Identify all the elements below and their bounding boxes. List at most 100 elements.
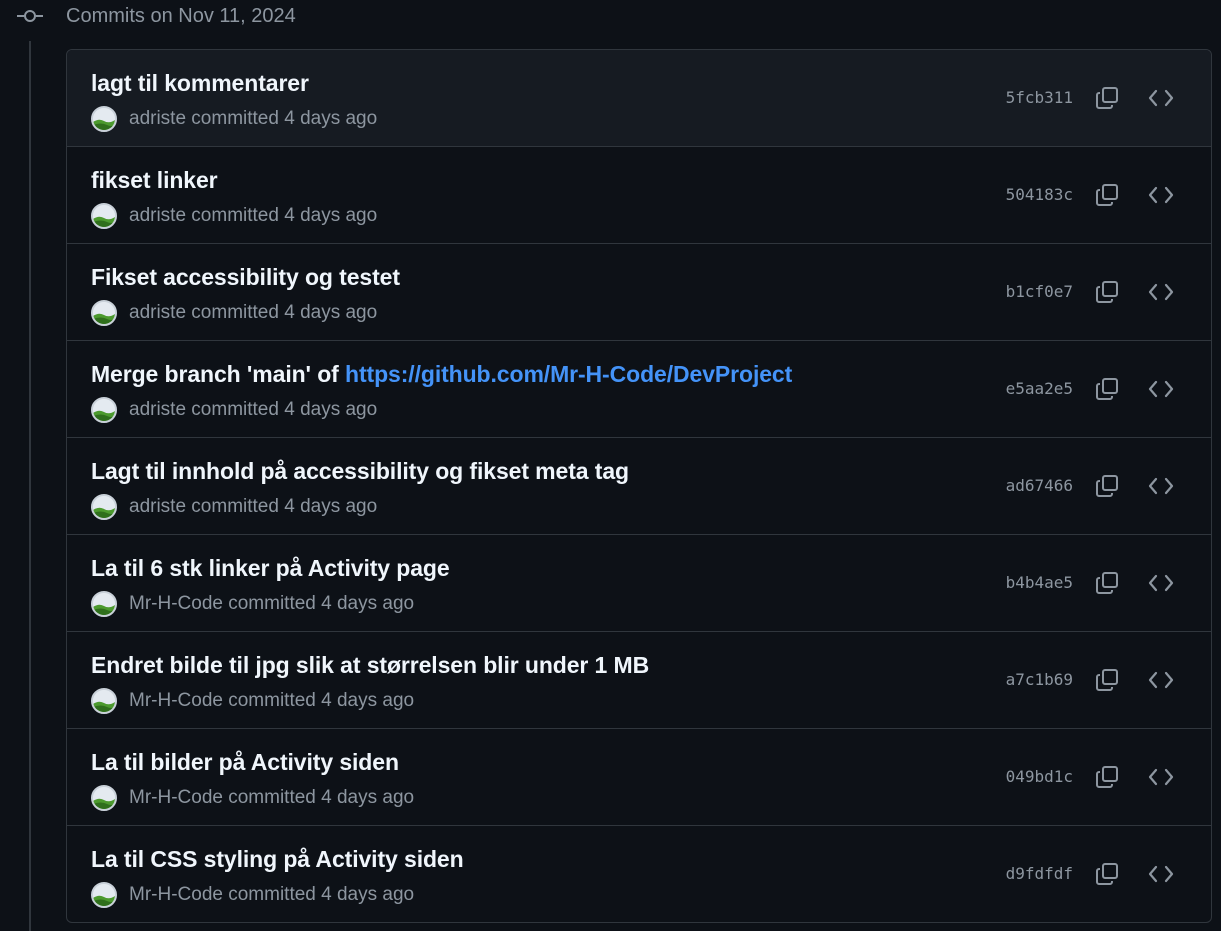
commit-title-text[interactable]: Merge branch 'main' of: [91, 361, 345, 387]
commit-meta: adriste committed 4 days ago: [91, 202, 377, 230]
copy-sha-button[interactable]: [1093, 181, 1121, 209]
commit-row[interactable]: Fikset accessibility og testet adriste c…: [67, 243, 1211, 340]
browse-repo-at-commit-button[interactable]: [1147, 278, 1175, 306]
commit-author-meta[interactable]: adriste committed 4 days ago: [129, 495, 377, 519]
commit-row[interactable]: fikset linker adriste committed 4 days a…: [67, 146, 1211, 243]
avatar[interactable]: [91, 203, 117, 229]
commit-meta: Mr-H-Code committed 4 days ago: [91, 590, 414, 618]
commit-title-text[interactable]: La til CSS styling på Activity siden: [91, 846, 464, 872]
copy-icon: [1096, 281, 1118, 303]
commit-title-link[interactable]: La til CSS styling på Activity siden: [91, 845, 464, 873]
copy-icon: [1096, 669, 1118, 691]
avatar[interactable]: [91, 494, 117, 520]
commit-group-date-title: Commits on Nov 11, 2024: [66, 5, 296, 27]
commit-title-text[interactable]: fikset linker: [91, 167, 218, 193]
commit-meta: adriste committed 4 days ago: [91, 493, 377, 521]
commit-title-text[interactable]: Lagt til innhold på accessibility og fik…: [91, 458, 629, 484]
code-icon: [1148, 186, 1174, 204]
commit-row[interactable]: Endret bilde til jpg slik at størrelsen …: [67, 631, 1211, 728]
browse-repo-at-commit-button[interactable]: [1147, 472, 1175, 500]
commit-history-page: Commits on Nov 11, 2024 lagt til komment…: [0, 0, 1221, 931]
commit-row[interactable]: La til bilder på Activity siden Mr-H-Cod…: [67, 728, 1211, 825]
code-icon: [1148, 89, 1174, 107]
copy-sha-button[interactable]: [1093, 763, 1121, 791]
commit-row[interactable]: Merge branch 'main' of https://github.co…: [67, 340, 1211, 437]
commit-title-text[interactable]: La til bilder på Activity siden: [91, 749, 399, 775]
commit-author-meta[interactable]: adriste committed 4 days ago: [129, 107, 377, 131]
copy-icon: [1096, 184, 1118, 206]
commit-meta: adriste committed 4 days ago: [91, 396, 377, 424]
copy-icon: [1096, 766, 1118, 788]
commit-meta: Mr-H-Code committed 4 days ago: [91, 784, 414, 812]
avatar[interactable]: [91, 785, 117, 811]
copy-sha-button[interactable]: [1093, 278, 1121, 306]
commit-list: lagt til kommentarer adriste committed 4…: [66, 49, 1212, 923]
commit-row[interactable]: La til 6 stk linker på Activity page Mr-…: [67, 534, 1211, 631]
commit-title-link[interactable]: fikset linker: [91, 166, 218, 194]
commit-sha-link[interactable]: b4b4ae5: [1006, 572, 1073, 594]
commit-meta: adriste committed 4 days ago: [91, 105, 377, 133]
browse-repo-at-commit-button[interactable]: [1147, 666, 1175, 694]
commit-row[interactable]: lagt til kommentarer adriste committed 4…: [67, 50, 1211, 146]
copy-icon: [1096, 863, 1118, 885]
avatar[interactable]: [91, 591, 117, 617]
commit-meta: Mr-H-Code committed 4 days ago: [91, 881, 414, 909]
commit-title-link[interactable]: Merge branch 'main' of https://github.co…: [91, 360, 792, 388]
commit-title-link[interactable]: Endret bilde til jpg slik at størrelsen …: [91, 651, 649, 679]
avatar[interactable]: [91, 300, 117, 326]
commit-sha-link[interactable]: e5aa2e5: [1006, 378, 1073, 400]
avatar[interactable]: [91, 882, 117, 908]
copy-sha-button[interactable]: [1093, 84, 1121, 112]
browse-repo-at-commit-button[interactable]: [1147, 84, 1175, 112]
commit-meta: adriste committed 4 days ago: [91, 299, 377, 327]
avatar[interactable]: [91, 106, 117, 132]
avatar[interactable]: [91, 397, 117, 423]
commit-sha-link[interactable]: ad67466: [1006, 475, 1073, 497]
commit-title-link[interactable]: lagt til kommentarer: [91, 69, 309, 97]
commit-sha-link[interactable]: b1cf0e7: [1006, 281, 1073, 303]
git-commit-icon: [17, 6, 43, 26]
commit-sha-link[interactable]: 049bd1c: [1006, 766, 1073, 788]
browse-repo-at-commit-button[interactable]: [1147, 569, 1175, 597]
browse-repo-at-commit-button[interactable]: [1147, 860, 1175, 888]
commit-author-meta[interactable]: adriste committed 4 days ago: [129, 398, 377, 422]
copy-sha-button[interactable]: [1093, 860, 1121, 888]
commit-author-meta[interactable]: Mr-H-Code committed 4 days ago: [129, 883, 414, 907]
copy-sha-button[interactable]: [1093, 666, 1121, 694]
copy-sha-button[interactable]: [1093, 472, 1121, 500]
commit-sha-link[interactable]: d9fdfdf: [1006, 863, 1073, 885]
commit-title-link[interactable]: La til bilder på Activity siden: [91, 748, 399, 776]
copy-icon: [1096, 572, 1118, 594]
browse-repo-at-commit-button[interactable]: [1147, 181, 1175, 209]
commit-author-meta[interactable]: Mr-H-Code committed 4 days ago: [129, 786, 414, 810]
commit-author-meta[interactable]: Mr-H-Code committed 4 days ago: [129, 689, 414, 713]
code-icon: [1148, 283, 1174, 301]
copy-icon: [1096, 378, 1118, 400]
commit-author-meta[interactable]: adriste committed 4 days ago: [129, 204, 377, 228]
code-icon: [1148, 768, 1174, 786]
commit-author-meta[interactable]: adriste committed 4 days ago: [129, 301, 377, 325]
browse-repo-at-commit-button[interactable]: [1147, 375, 1175, 403]
commit-row[interactable]: Lagt til innhold på accessibility og fik…: [67, 437, 1211, 534]
commit-title-text[interactable]: lagt til kommentarer: [91, 70, 309, 96]
avatar[interactable]: [91, 688, 117, 714]
commit-title-text[interactable]: Fikset accessibility og testet: [91, 264, 400, 290]
browse-repo-at-commit-button[interactable]: [1147, 763, 1175, 791]
commit-meta: Mr-H-Code committed 4 days ago: [91, 687, 414, 715]
commit-title-link[interactable]: La til 6 stk linker på Activity page: [91, 554, 450, 582]
commit-title-link[interactable]: Fikset accessibility og testet: [91, 263, 400, 291]
commit-title-link[interactable]: Lagt til innhold på accessibility og fik…: [91, 457, 629, 485]
code-icon: [1148, 574, 1174, 592]
copy-sha-button[interactable]: [1093, 375, 1121, 403]
code-icon: [1148, 865, 1174, 883]
commit-author-meta[interactable]: Mr-H-Code committed 4 days ago: [129, 592, 414, 616]
commit-title-text[interactable]: La til 6 stk linker på Activity page: [91, 555, 450, 581]
commit-row[interactable]: La til CSS styling på Activity siden Mr-…: [67, 825, 1211, 922]
commit-sha-link[interactable]: a7c1b69: [1006, 669, 1073, 691]
commit-sha-link[interactable]: 5fcb311: [1006, 87, 1073, 109]
copy-sha-button[interactable]: [1093, 569, 1121, 597]
code-icon: [1148, 671, 1174, 689]
commit-title-text[interactable]: Endret bilde til jpg slik at størrelsen …: [91, 652, 649, 678]
commit-title-url-link[interactable]: https://github.com/Mr-H-Code/DevProject: [345, 361, 792, 387]
commit-sha-link[interactable]: 504183c: [1006, 184, 1073, 206]
